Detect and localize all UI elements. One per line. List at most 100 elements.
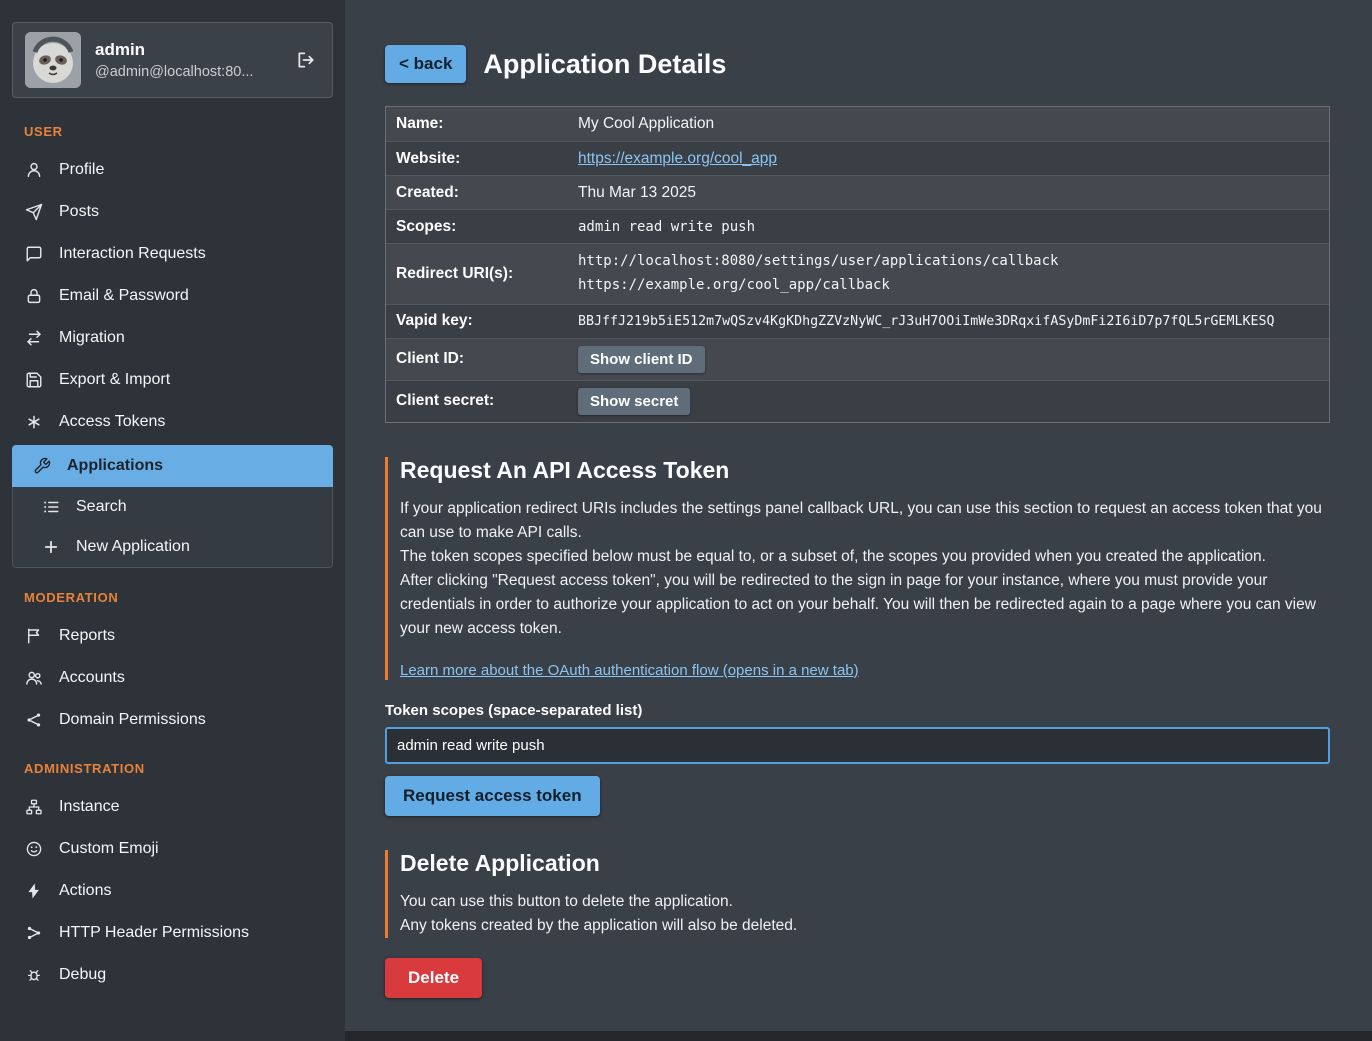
row-label: Name:: [386, 109, 578, 139]
applications-group: Applications Search New Application: [12, 445, 333, 568]
main-panel: < back Application Details Name: My Cool…: [345, 0, 1372, 1031]
user-card[interactable]: admin @admin@localhost:80...: [12, 22, 333, 98]
speech-bubble-icon: [24, 245, 44, 263]
smiley-icon: [24, 840, 44, 858]
sidebar-item-profile[interactable]: Profile: [0, 149, 345, 191]
oauth-docs-link[interactable]: Learn more about the OAuth authenticatio…: [400, 662, 859, 679]
administration-nav: Instance Custom Emoji Actions HTTP Heade…: [0, 786, 345, 996]
sidebar-item-label: Migration: [59, 329, 125, 347]
applications-submenu: Search New Application: [12, 487, 333, 568]
sidebar-item-domain-permissions[interactable]: Domain Permissions: [0, 699, 345, 741]
token-scopes-form: Token scopes (space-separated list) Requ…: [385, 702, 1330, 816]
row-label: Created:: [386, 178, 578, 208]
user-icon: [24, 161, 44, 179]
tools-icon: [32, 457, 52, 475]
section-title-moderation: MODERATION: [0, 570, 345, 615]
sitemap-icon: [24, 798, 44, 816]
sidebar-item-instance[interactable]: Instance: [0, 786, 345, 828]
sidebar-item-custom-emoji[interactable]: Custom Emoji: [0, 828, 345, 870]
delete-button[interactable]: Delete: [385, 958, 482, 998]
table-row-client-id: Client ID: Show client ID: [386, 338, 1329, 380]
scopes-value: admin read write push: [578, 213, 755, 241]
flag-icon: [24, 627, 44, 645]
request-token-paragraph: If your application redirect URIs includ…: [400, 497, 1330, 545]
http-headers-icon: [24, 924, 44, 942]
sidebar-item-label: Search: [76, 498, 127, 516]
paper-plane-icon: [24, 203, 44, 221]
sidebar-item-export-import[interactable]: Export & Import: [0, 359, 345, 401]
row-label: Client ID:: [386, 344, 578, 374]
sidebar-item-label: Applications: [67, 457, 163, 475]
sidebar-item-applications[interactable]: Applications: [12, 445, 333, 487]
moderation-nav: Reports Accounts Domain Permissions: [0, 615, 345, 741]
sidebar-item-label: Export & Import: [59, 371, 170, 389]
sidebar-item-label: Email & Password: [59, 287, 189, 305]
sidebar-item-reports[interactable]: Reports: [0, 615, 345, 657]
sidebar-item-label: Access Tokens: [59, 413, 165, 431]
asterisk-icon: [24, 413, 44, 431]
request-token-paragraph: The token scopes specified below must be…: [400, 545, 1330, 569]
table-row-name: Name: My Cool Application: [386, 107, 1329, 141]
section-title-user: USER: [0, 104, 345, 149]
user-nav: Profile Posts Interaction Requests Email…: [0, 149, 345, 568]
application-details-table: Name: My Cool Application Website: https…: [385, 106, 1330, 423]
plus-icon: [41, 538, 61, 556]
list-icon: [41, 498, 61, 516]
request-access-token-button[interactable]: Request access token: [385, 776, 600, 816]
users-icon: [24, 669, 44, 687]
share-nodes-icon: [24, 711, 44, 729]
redirect-uri-value: http://localhost:8080/settings/user/appl…: [578, 250, 1058, 274]
sidebar-item-label: Reports: [59, 627, 115, 645]
created-value: Thu Mar 13 2025: [578, 178, 696, 208]
table-row-website: Website: https://example.org/cool_app: [386, 141, 1329, 175]
lock-icon: [24, 287, 44, 305]
sidebar-item-label: Interaction Requests: [59, 245, 206, 263]
delete-application-heading: Delete Application: [400, 850, 1330, 877]
back-button[interactable]: < back: [385, 45, 466, 83]
bolt-icon: [24, 882, 44, 900]
logout-button[interactable]: [292, 45, 320, 75]
sidebar-item-posts[interactable]: Posts: [0, 191, 345, 233]
sidebar-item-label: Posts: [59, 203, 99, 221]
sidebar-item-label: Accounts: [59, 669, 125, 687]
avatar: [25, 32, 81, 88]
sidebar-item-applications-search[interactable]: Search: [13, 487, 332, 527]
sidebar-item-accounts[interactable]: Accounts: [0, 657, 345, 699]
sidebar-item-debug[interactable]: Debug: [0, 954, 345, 996]
table-row-client-secret: Client secret: Show secret: [386, 380, 1329, 422]
show-client-id-button[interactable]: Show client ID: [578, 346, 705, 373]
request-token-section: Request An API Access Token If your appl…: [385, 457, 1330, 680]
sidebar-item-email-password[interactable]: Email & Password: [0, 275, 345, 317]
logout-icon: [296, 49, 316, 71]
delete-application-paragraph: Any tokens created by the application wi…: [400, 914, 1330, 938]
show-secret-button[interactable]: Show secret: [578, 388, 690, 415]
vapid-key-value: BBJffJ219b5iE512m7wQSzv4KgKDhgZZVzNyWC_r…: [578, 308, 1274, 335]
sidebar-item-interaction-requests[interactable]: Interaction Requests: [0, 233, 345, 275]
row-label: Website:: [386, 144, 578, 174]
exchange-arrows-icon: [24, 329, 44, 347]
sidebar-item-label: Actions: [59, 882, 111, 900]
website-link[interactable]: https://example.org/cool_app: [578, 150, 777, 167]
sidebar-item-label: Domain Permissions: [59, 711, 206, 729]
token-scopes-input[interactable]: [385, 727, 1330, 764]
sidebar-item-label: Profile: [59, 161, 104, 179]
sidebar-item-http-header-permissions[interactable]: HTTP Header Permissions: [0, 912, 345, 954]
user-name: admin: [95, 40, 253, 60]
table-row-created: Created: Thu Mar 13 2025: [386, 175, 1329, 209]
sidebar-item-label: Instance: [59, 798, 119, 816]
sidebar-item-label: Custom Emoji: [59, 840, 159, 858]
request-token-heading: Request An API Access Token: [400, 457, 1330, 484]
floppy-disk-icon: [24, 371, 44, 389]
sidebar: admin @admin@localhost:80... USER Profil…: [0, 0, 345, 1041]
sidebar-item-access-tokens[interactable]: Access Tokens: [0, 401, 345, 443]
sidebar-item-label: Debug: [59, 966, 106, 984]
table-row-redirect-uris: Redirect URI(s): http://localhost:8080/s…: [386, 243, 1329, 304]
page-header: < back Application Details: [385, 45, 1330, 83]
sidebar-item-new-application[interactable]: New Application: [13, 527, 332, 567]
bug-icon: [24, 966, 44, 984]
row-label: Vapid key:: [386, 306, 578, 336]
sidebar-item-actions[interactable]: Actions: [0, 870, 345, 912]
delete-application-paragraph: You can use this button to delete the ap…: [400, 890, 1330, 914]
request-token-paragraph: After clicking "Request access token", y…: [400, 569, 1330, 641]
sidebar-item-migration[interactable]: Migration: [0, 317, 345, 359]
